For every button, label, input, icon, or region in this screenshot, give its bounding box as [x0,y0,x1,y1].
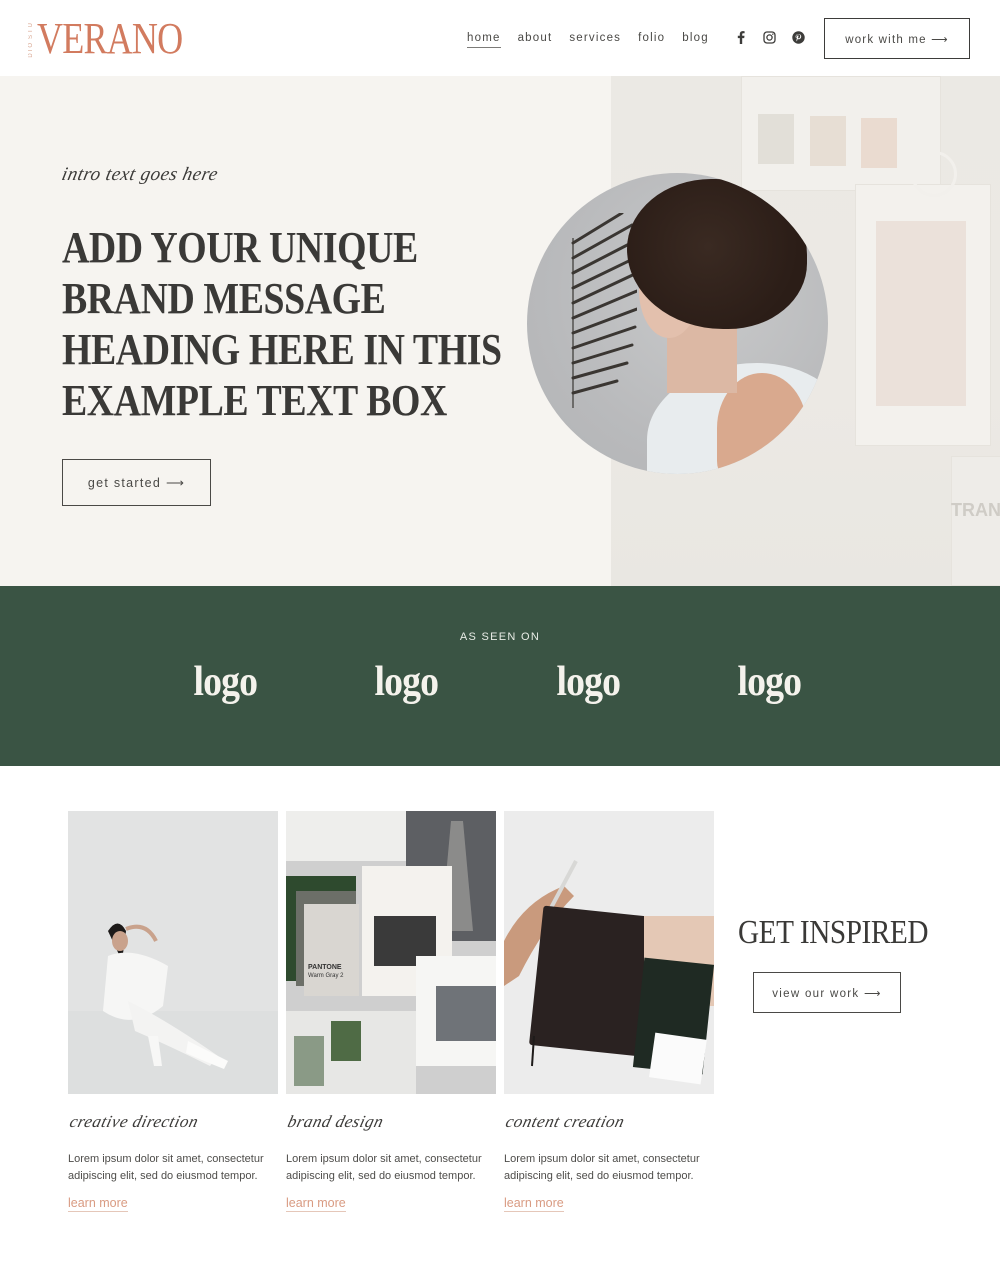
palm-frond [571,213,637,408]
bg-poster-art [876,221,966,406]
hero-heading-line: ADD YOUR UNIQUE [62,223,418,272]
as-seen-on-section: AS SEEN ON logo logo logo logo [0,586,1000,766]
model-illustration [68,811,278,1094]
logo-small-top: STU [28,20,34,39]
work-with-me-button[interactable]: work with me ⟶ [824,18,970,59]
creative-direction-image [68,811,278,1094]
logo-small-bottom: DIO [28,40,34,58]
nav-folio[interactable]: folio [638,32,665,48]
brand-design-image: PANTONE Warm Gray 2 [286,811,496,1094]
press-logo: logo [193,659,259,705]
service-body: Lorem ipsum dolor sit amet, consectetur … [286,1153,482,1182]
bg-text: TRANS [951,500,1000,520]
learn-more-link-creative-direction[interactable]: learn more [68,1196,128,1212]
hero-section: TRANS intro text goes here ADD YOUR UNIQ… [0,76,1000,586]
mood-board-illustration: PANTONE Warm Gray 2 [286,811,496,1094]
pinterest-icon[interactable] [792,31,805,44]
get-inspired-heading: GET INSPIRED [738,914,929,951]
hero-heading-line: EXAMPLE TEXT BOX [62,376,447,425]
service-title-creative-direction: creative direction [67,1112,201,1131]
facebook-icon[interactable] [734,31,747,44]
as-seen-on-label: AS SEEN ON [459,631,541,643]
bg-swatch [861,118,897,168]
pantone-swatch-name: Warm Gray 2 [308,973,344,979]
pantone-label: PANTONE [308,964,342,971]
press-logo: logo [374,659,440,705]
instagram-icon[interactable] [763,31,776,44]
service-title-content-creation: content creation [503,1112,627,1131]
bg-card [951,456,1000,586]
service-title-brand-design: brand design [285,1112,386,1131]
get-started-button[interactable]: get started ⟶ [62,459,211,506]
nav-blog[interactable]: blog [682,32,709,48]
social-links [734,31,805,44]
logo-studio-text: STU DIO [28,21,34,58]
notebook-illustration [504,811,714,1094]
bg-swatch [810,116,846,166]
press-logo: logo [556,659,622,705]
main-nav: home about services folio blog [467,32,726,48]
hero-heading: ADD YOUR UNIQUE BRAND MESSAGE HEADING HE… [62,222,502,426]
logo-wordmark: VERANO [37,14,183,63]
content-creation-image [504,811,714,1094]
hero-portrait-image [527,173,828,474]
nav-home[interactable]: home [467,32,501,48]
hero-heading-line: HEADING HERE IN THIS [62,325,502,374]
bg-ring [911,151,957,197]
service-body: Lorem ipsum dolor sit amet, consectetur … [68,1153,264,1182]
hero-intro-text: intro text goes here [59,164,221,185]
press-logo: logo [737,659,803,705]
learn-more-link-content-creation[interactable]: learn more [504,1196,564,1212]
site-header: STU DIO VERANO home about services folio… [0,0,1000,76]
view-our-work-button[interactable]: view our work ⟶ [753,972,901,1013]
service-body: Lorem ipsum dolor sit amet, consectetur … [504,1153,700,1182]
learn-more-link-brand-design[interactable]: learn more [286,1196,346,1212]
nav-about[interactable]: about [518,32,553,48]
nav-services[interactable]: services [569,32,621,48]
brand-logo[interactable]: STU DIO VERANO [28,14,214,63]
bg-swatch [758,114,794,164]
hero-heading-line: BRAND MESSAGE [62,274,386,323]
